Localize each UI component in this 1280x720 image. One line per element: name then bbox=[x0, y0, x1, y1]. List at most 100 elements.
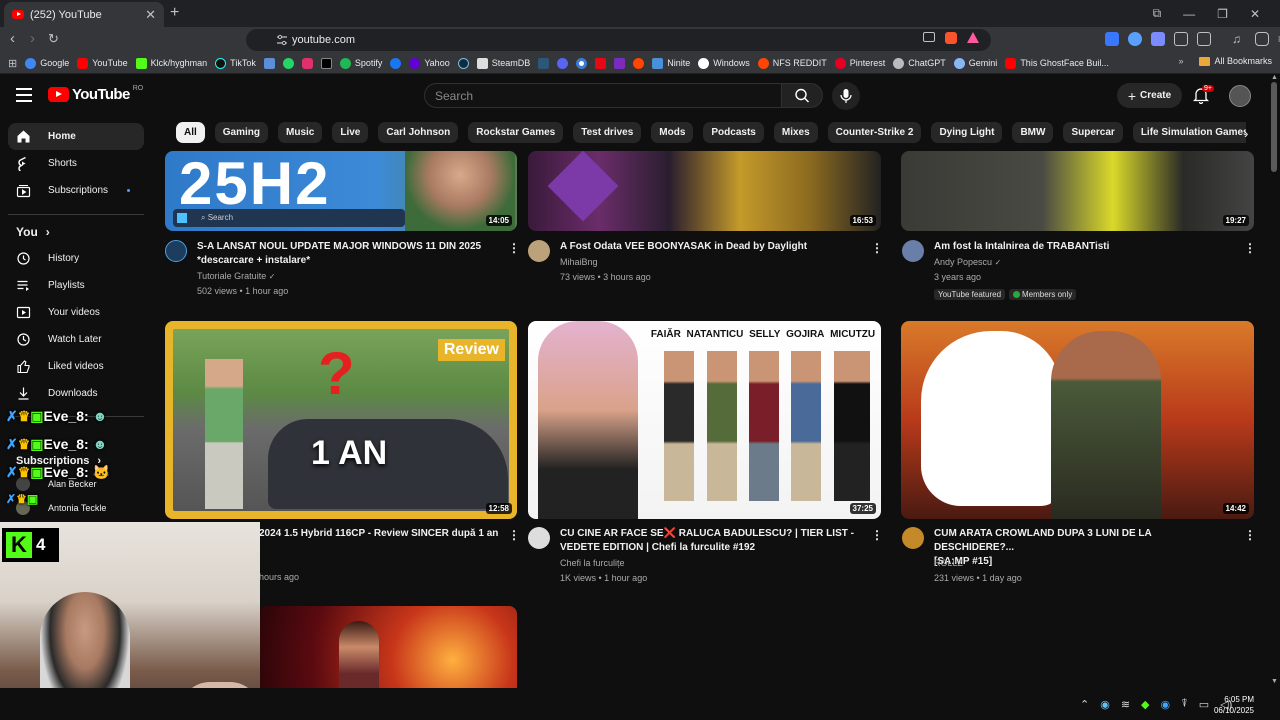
brave-shield-icon[interactable] bbox=[945, 32, 957, 44]
bookmark-nfs-reddit[interactable]: NFS REDDIT bbox=[757, 57, 827, 69]
filter-chip[interactable]: Dying Light bbox=[931, 122, 1003, 143]
bookmark-tiktok[interactable]: TikTok bbox=[215, 57, 256, 69]
bookmark-steamdb[interactable]: SteamDB bbox=[476, 57, 530, 69]
video-thumbnail[interactable]: 25H2 ⌕ Search 14:05 bbox=[165, 151, 517, 231]
filter-chip[interactable]: Rockstar Games bbox=[468, 122, 564, 143]
bookmark-windows[interactable]: Windows bbox=[698, 57, 750, 69]
create-button[interactable]: + Create bbox=[1117, 83, 1182, 108]
channel-name[interactable]: MihaiBng bbox=[560, 255, 651, 270]
more-options-icon[interactable]: ⋮ bbox=[871, 241, 883, 255]
cast-icon[interactable] bbox=[923, 32, 935, 42]
chevron-right-icon[interactable]: › bbox=[1244, 126, 1248, 141]
filter-chip[interactable]: Podcasts bbox=[703, 122, 764, 143]
channel-avatar[interactable] bbox=[165, 240, 187, 262]
video-title[interactable]: CU CINE AR FACE SE❌ RALUCA BADULESCU? | … bbox=[560, 527, 860, 555]
search-input[interactable]: Search bbox=[424, 83, 782, 108]
restore-icon[interactable]: ❐ bbox=[1217, 7, 1228, 21]
hamburger-menu-icon[interactable] bbox=[16, 88, 32, 106]
bookmark-chatgpt[interactable]: ChatGPT bbox=[893, 57, 946, 69]
bookmark-spotify[interactable]: Spotify bbox=[339, 57, 382, 69]
bookmark-google[interactable]: Google bbox=[25, 57, 69, 69]
voice-search-button[interactable] bbox=[832, 82, 860, 110]
facebook-icon[interactable] bbox=[390, 57, 402, 69]
instagram-icon[interactable] bbox=[301, 57, 313, 69]
filter-chip[interactable]: Life Simulation Games bbox=[1132, 122, 1246, 143]
steam-tray-icon[interactable]: ◉ bbox=[1100, 698, 1110, 711]
chevron-double-icon[interactable]: » bbox=[1178, 56, 1183, 66]
address-bar[interactable]: youtube.com bbox=[246, 29, 991, 51]
bookmark-ghostface[interactable]: This GhostFace Buil... bbox=[1005, 57, 1109, 69]
close-tab-icon[interactable]: ✕ bbox=[145, 7, 156, 23]
site-info-icon[interactable] bbox=[276, 34, 288, 46]
scrollbar-thumb[interactable] bbox=[1271, 82, 1277, 172]
filter-chip[interactable]: Mixes bbox=[773, 122, 818, 143]
filter-chip[interactable]: All bbox=[176, 122, 205, 143]
video-title[interactable]: A Fost Odata VEE BOONYASAK in Dead by Da… bbox=[560, 240, 860, 254]
m-bookmark-icon[interactable] bbox=[614, 57, 626, 69]
filter-chip[interactable]: Gaming bbox=[214, 122, 269, 143]
channel-name[interactable]: ROLLZ bbox=[934, 556, 1022, 571]
channel-avatar[interactable] bbox=[528, 527, 550, 549]
shield-extension-icon[interactable] bbox=[1128, 32, 1142, 46]
channel-name[interactable]: Andy Popescu ✓ bbox=[934, 255, 1001, 270]
account-avatar[interactable] bbox=[1229, 85, 1251, 107]
scroll-up-icon[interactable]: ▲ bbox=[1271, 74, 1278, 81]
sidebar-item-history[interactable]: History bbox=[8, 245, 144, 272]
discord-icon[interactable] bbox=[557, 57, 569, 69]
network-icon[interactable]: ≋ bbox=[1121, 698, 1130, 711]
youtube-logo[interactable]: YouTube RO bbox=[48, 85, 143, 103]
close-window-icon[interactable]: ✕ bbox=[1250, 7, 1260, 21]
reload-icon[interactable]: ↻ bbox=[48, 31, 59, 47]
puzzle-icon[interactable] bbox=[1174, 32, 1188, 46]
minimize-icon[interactable]: — bbox=[1183, 7, 1195, 21]
sidebar-item-watch-later[interactable]: Watch Later bbox=[8, 326, 144, 353]
mic-tray-icon[interactable]: ⍒ bbox=[1181, 698, 1188, 711]
channel-avatar[interactable] bbox=[902, 527, 924, 549]
display-icon[interactable]: ▭ bbox=[1199, 698, 1209, 711]
sidebar-item-home[interactable]: Home bbox=[8, 123, 144, 150]
video-thumbnail[interactable]: FAIĂR NATANTICU SELLY GOJIRA MICUTZU 37:25 bbox=[528, 321, 881, 519]
whatsapp-icon[interactable] bbox=[282, 57, 294, 69]
new-tab-icon[interactable]: + bbox=[170, 4, 179, 22]
video-thumbnail[interactable] bbox=[259, 606, 517, 688]
video-title[interactable]: Am fost la Intalnirea de TRABANTisti bbox=[934, 240, 1234, 254]
video-thumbnail[interactable]: 19:27 bbox=[901, 151, 1254, 231]
scroll-down-icon[interactable]: ▼ bbox=[1271, 678, 1278, 685]
browser-tab[interactable]: (252) YouTube ✕ bbox=[4, 2, 164, 27]
channel-name[interactable]: Chefi la furculițe bbox=[560, 556, 647, 571]
sidebar-item-playlists[interactable]: Playlists bbox=[8, 272, 144, 299]
sidebar-item-downloads[interactable]: Downloads bbox=[8, 380, 144, 407]
more-options-icon[interactable]: ⋮ bbox=[508, 241, 520, 255]
media-icon[interactable]: ♫ bbox=[1232, 32, 1246, 46]
video-title[interactable]: 2024 1.5 Hybrid 116CP - Review SINCER du… bbox=[259, 527, 509, 541]
extension-icon[interactable] bbox=[1151, 32, 1165, 46]
system-clock[interactable]: 6:05 PM 06/10/2025 bbox=[1214, 694, 1254, 716]
filter-chip[interactable]: Supercar bbox=[1063, 122, 1123, 143]
all-bookmarks[interactable]: » All Bookmarks bbox=[1178, 56, 1272, 66]
more-options-icon[interactable]: ⋮ bbox=[508, 528, 520, 542]
sidebar-item-liked-videos[interactable]: Liked videos bbox=[8, 353, 144, 380]
search-button[interactable] bbox=[781, 83, 823, 108]
bookmark-fl-icon[interactable] bbox=[538, 57, 550, 69]
sidebar-item-your-videos[interactable]: Your videos bbox=[8, 299, 144, 326]
filter-chip[interactable]: BMW bbox=[1012, 122, 1054, 143]
brave-rewards-icon[interactable] bbox=[967, 32, 979, 43]
translate-extension-icon[interactable] bbox=[1105, 32, 1119, 46]
sidepanel-icon[interactable] bbox=[1197, 32, 1211, 46]
filter-chip[interactable]: Carl Johnson bbox=[378, 122, 459, 143]
video-thumbnail[interactable]: 14:42 bbox=[901, 321, 1254, 519]
tray-app2-icon[interactable]: ◉ bbox=[1161, 698, 1171, 711]
translate-bookmark-icon[interactable] bbox=[263, 57, 275, 69]
steam-icon[interactable] bbox=[457, 57, 469, 69]
circle-bookmark-icon[interactable] bbox=[576, 57, 588, 69]
bookmark-gemini[interactable]: Gemini bbox=[953, 57, 997, 69]
extensions-menu-icon[interactable]: ⧉ bbox=[1153, 6, 1162, 21]
video-thumbnail[interactable]: 16:53 bbox=[528, 151, 881, 231]
bookmark-pinterest[interactable]: Pinterest bbox=[834, 57, 885, 69]
reddit-icon[interactable] bbox=[633, 57, 645, 69]
more-options-icon[interactable]: ⋮ bbox=[1244, 528, 1256, 542]
back-icon[interactable]: ‹ bbox=[10, 31, 15, 47]
sidebar-item-subscriptions[interactable]: Subscriptions bbox=[8, 177, 144, 204]
forward-icon[interactable]: › bbox=[30, 31, 35, 47]
apps-grid-icon[interactable]: ⊞ bbox=[8, 57, 17, 70]
